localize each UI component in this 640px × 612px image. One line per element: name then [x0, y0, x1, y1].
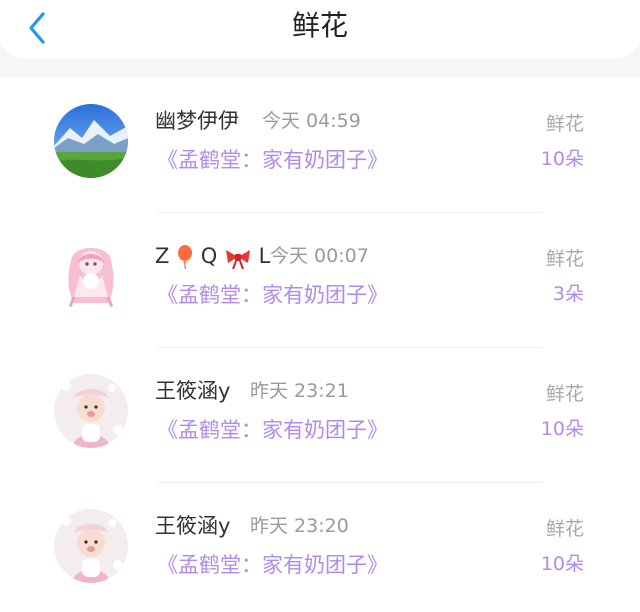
user-name[interactable]: 王筱涵y: [155, 513, 230, 539]
timestamp: 今天 04:59: [262, 110, 361, 132]
work-title-link[interactable]: 《孟鹤堂：家有奶团子》: [157, 146, 388, 174]
mountain-avatar-icon: [54, 104, 128, 178]
gift-count: 10朵: [540, 418, 584, 440]
list-item[interactable]: 王筱涵y 昨天 23:21 《孟鹤堂：家有奶团子》 鲜花 10朵: [0, 348, 640, 483]
gift-type: 鲜花: [545, 113, 584, 135]
timestamp: 今天 00:07: [270, 245, 369, 267]
user-name[interactable]: 王筱涵y: [155, 378, 230, 404]
child-avatar-icon: [54, 509, 128, 583]
child-avatar-icon: [54, 374, 128, 448]
name-part: L: [258, 244, 271, 268]
page-title: 鲜花: [291, 9, 348, 42]
user-name[interactable]: Z Q L: [155, 243, 270, 269]
header-bar: 鲜花: [0, 0, 640, 58]
avatar[interactable]: [54, 239, 128, 313]
avatar[interactable]: [54, 104, 128, 178]
gift-count: 10朵: [540, 553, 584, 575]
gift-count: 3朵: [552, 283, 584, 305]
gift-type: 鲜花: [545, 248, 584, 270]
list-item[interactable]: Z Q L 今天 00:07 《孟鹤堂：家有奶团子》 鲜花 3朵: [0, 213, 640, 348]
anime-girl-avatar-icon: [54, 239, 128, 313]
list-item[interactable]: 王筱涵y 昨天 23:20 《孟鹤堂：家有奶团子》 鲜花 10朵: [0, 483, 640, 612]
work-title-link[interactable]: 《孟鹤堂：家有奶团子》: [157, 551, 388, 579]
work-title-link[interactable]: 《孟鹤堂：家有奶团子》: [157, 416, 388, 444]
list-item[interactable]: 幽梦伊伊 今天 04:59 《孟鹤堂：家有奶团子》 鲜花 10朵: [0, 78, 640, 213]
avatar[interactable]: [54, 509, 128, 583]
bow-icon: [225, 250, 250, 269]
user-name[interactable]: 幽梦伊伊: [155, 108, 239, 134]
timestamp: 昨天 23:20: [250, 515, 349, 537]
gift-type: 鲜花: [545, 383, 584, 405]
gift-count: 10朵: [540, 148, 584, 170]
gift-type: 鲜花: [545, 518, 584, 540]
avatar[interactable]: [54, 374, 128, 448]
balloon-icon: [178, 245, 193, 269]
record-list: 幽梦伊伊 今天 04:59 《孟鹤堂：家有奶团子》 鲜花 10朵 Z Q L 今…: [0, 78, 640, 612]
work-title-link[interactable]: 《孟鹤堂：家有奶团子》: [157, 281, 388, 309]
timestamp: 昨天 23:21: [250, 380, 349, 402]
name-part: Z: [155, 244, 170, 268]
name-part: Q: [200, 244, 218, 268]
flower-records-page: 鲜花 幽梦伊伊 今天 04:59 《孟鹤堂：家有奶团子》 鲜花 10朵 Z Q …: [0, 0, 640, 612]
